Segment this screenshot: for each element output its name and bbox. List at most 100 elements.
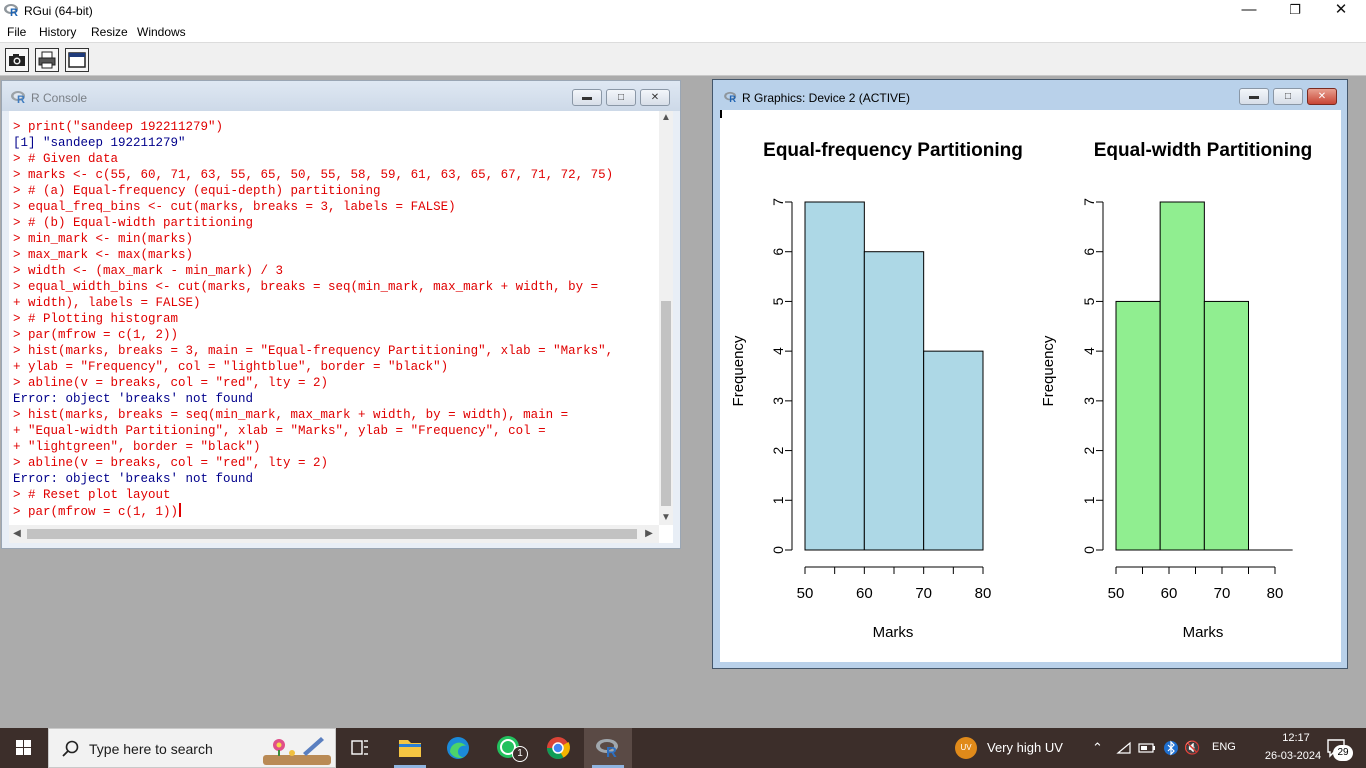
restore-button[interactable]: ❐ [1272,0,1318,22]
x-tick-label: 70 [1214,585,1231,602]
console-command-line: > equal_width_bins <- cut(marks, breaks … [13,280,599,294]
edge-icon[interactable] [434,728,482,768]
svg-text:R: R [10,7,18,17]
console-command-line: > width <- (max_mark - min_mark) / 3 [13,264,284,278]
x-axis-label: Marks [873,624,914,641]
console-command-line: > print("sandeep 192211279") [13,120,224,134]
console-output-area[interactable]: > print("sandeep 192211279") [1] "sandeep… [9,111,673,543]
console-command-line: + width), labels = FALSE) [13,296,201,310]
x-tick-label: 60 [1161,585,1178,602]
console-command-line: + "Equal-width Partitioning", xlab = "Ma… [13,424,546,438]
chevron-up-icon[interactable]: ⌃ [1092,740,1103,756]
console-command-line: > # (a) Equal-frequency (equi-depth) par… [13,184,381,198]
console-command-line: > par(mfrow = c(1, 1)) [13,503,658,520]
app-title-bar: R RGui (64-bit) — ❐ ✕ [0,0,1366,22]
battery-icon[interactable] [1138,741,1156,755]
console-command-line: > equal_freq_bins <- cut(marks, breaks =… [13,200,456,214]
y-tick-label: 1 [1081,496,1097,504]
y-tick-label: 6 [1081,248,1097,256]
flower-pot-icon [263,737,331,765]
windows-logo-icon [16,740,31,755]
task-view-icon[interactable] [336,728,384,768]
menu-file[interactable]: File [7,25,26,39]
weather-uv-icon[interactable]: UV [955,737,977,759]
y-axis-label: Frequency [730,335,747,406]
network-icon[interactable] [1116,741,1132,755]
vertical-scrollbar[interactable]: ▲ ▼ [659,111,673,525]
console-command-line: > marks <- c(55, 60, 71, 63, 55, 65, 50,… [13,168,614,182]
console-command-line: > # Reset plot layout [13,488,171,502]
speaker-muted-icon[interactable]: 🔇 [1184,740,1200,756]
r-logo-icon: R [11,91,25,104]
clock-time[interactable]: 12:17 [1266,732,1326,744]
window-icon[interactable] [65,48,89,72]
file-explorer-icon[interactable] [386,728,434,768]
console-text[interactable]: > print("sandeep 192211279") [1] "sandeep… [13,119,658,520]
chrome-icon[interactable] [534,728,582,768]
taskbar-search-box[interactable]: Type here to search [48,728,336,768]
toolbar [0,42,1366,76]
horizontal-scroll-thumb[interactable] [27,529,637,539]
weather-text[interactable]: Very high UV [987,740,1063,755]
graphics-maximize-button[interactable]: □ [1273,88,1303,105]
graphics-minimize-button[interactable]: ▬ [1239,88,1269,105]
console-output-line: Error: object 'breaks' not found [13,472,254,486]
console-command-line: > abline(v = breaks, col = "red", lty = … [13,456,329,470]
console-command-line: + ylab = "Frequency", col = "lightblue",… [13,360,449,374]
plot-area: Equal-frequency Partitioning 0 1 2 3 4 5 6 7 50 60… [720,110,1341,662]
y-tick-label: 0 [1081,546,1097,554]
histogram-plots: Equal-frequency Partitioning0123456750 60… [720,110,1312,641]
camera-icon[interactable] [5,48,29,72]
scroll-right-arrow[interactable]: ▶ [641,525,657,543]
histogram-bar [804,201,865,551]
console-command-line: > abline(v = breaks, col = "red", lty = … [13,376,329,390]
search-icon [62,740,79,757]
bluetooth-icon[interactable] [1164,739,1178,757]
console-command-line: > # (b) Equal-width partitioning [13,216,254,230]
start-button[interactable] [0,728,48,768]
console-output-line: [1] "sandeep 192211279" [13,136,186,150]
histogram-bar [1203,300,1250,551]
graphics-close-button[interactable]: ✕ [1307,88,1337,105]
y-tick-label: 2 [770,446,786,454]
menu-resize[interactable]: Resize [91,25,128,39]
console-maximize-button[interactable]: □ [606,89,636,106]
horizontal-scrollbar[interactable]: ◀ ▶ [9,525,659,543]
scroll-left-arrow[interactable]: ◀ [9,525,25,543]
console-command-line: > hist(marks, breaks = seq(min_mark, max… [13,408,569,422]
svg-text:R: R [606,744,617,761]
weather-badge: UV [960,743,972,752]
taskbar: Type here to search 1 R UV Very high UV … [0,728,1366,768]
scroll-down-arrow[interactable]: ▼ [659,511,673,525]
language-indicator[interactable]: ENG [1212,741,1236,753]
menu-history[interactable]: History [39,25,76,39]
r-gui-icon[interactable]: R [584,728,632,768]
whatsapp-icon[interactable]: 1 [484,728,532,768]
y-tick-label: 0 [770,546,786,554]
console-output-line: Error: object 'breaks' not found [13,392,254,406]
printer-icon[interactable] [35,48,59,72]
y-tick-label: 2 [1081,446,1097,454]
graphics-title: R Graphics: Device 2 (ACTIVE) [742,91,911,105]
whatsapp-badge: 1 [512,746,528,762]
scroll-up-arrow[interactable]: ▲ [659,111,673,125]
r-console-window: R R Console ▬ □ ✕ > print("sandeep 19221… [1,80,681,549]
r-logo-icon: R [724,91,736,103]
close-button[interactable]: ✕ [1318,0,1364,22]
vertical-scroll-thumb[interactable] [661,301,671,506]
notification-badge: 29 [1333,745,1353,761]
y-tick-label: 6 [770,248,786,256]
console-minimize-button[interactable]: ▬ [572,89,602,106]
console-close-button[interactable]: ✕ [640,89,670,106]
minimize-button[interactable]: — [1226,0,1272,22]
clock-date[interactable]: 26-03-2024 [1260,750,1326,762]
chart-title: Equal-frequency Partitioning [763,140,1023,161]
x-tick-label: 80 [975,585,992,602]
menu-windows[interactable]: Windows [137,25,186,39]
x-tick-label: 80 [1267,585,1284,602]
notification-count: 29 [1337,747,1349,758]
x-tick-label: 70 [915,585,932,602]
chart-title: Equal-width Partitioning [1094,140,1312,161]
console-title-bar: R R Console ▬ □ ✕ [2,81,680,111]
graphics-title-bar: R R Graphics: Device 2 (ACTIVE) ▬ □ ✕ [713,80,1347,110]
